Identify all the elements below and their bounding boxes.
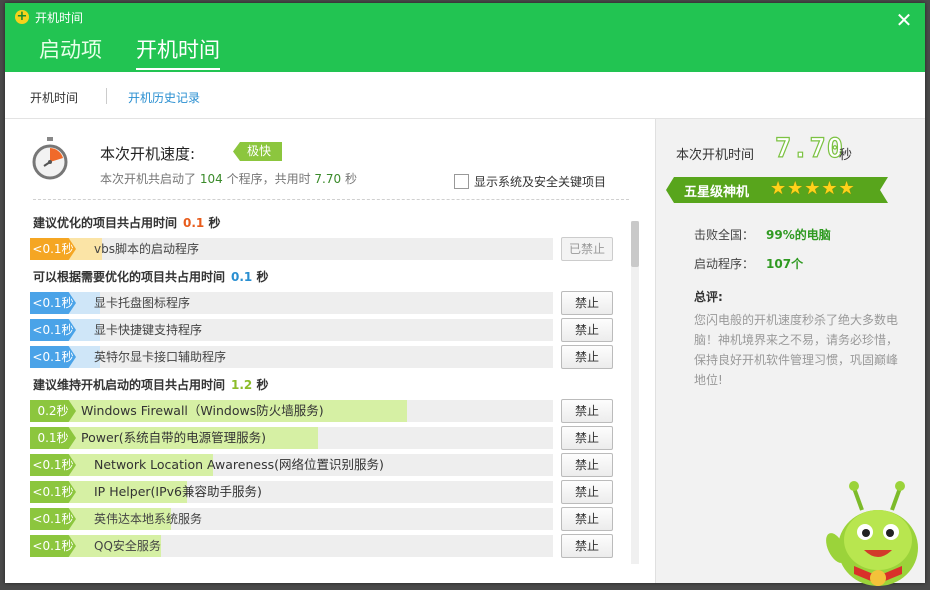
program-count: 104 bbox=[199, 172, 223, 186]
disable-button[interactable]: 禁止 bbox=[561, 480, 613, 504]
disable-button[interactable]: 已禁止 bbox=[561, 237, 613, 261]
disable-button[interactable]: 禁止 bbox=[561, 318, 613, 342]
boot-time-unit: 秒 bbox=[839, 148, 853, 163]
rating-stars-icon: ★★★★★ bbox=[770, 178, 856, 199]
speed-badge: 极快 bbox=[233, 142, 283, 161]
summary-text: 您闪电般的开机速度秒杀了绝大多数电脑！神机境界来之不易，请务必珍惜，保持良好开机… bbox=[694, 313, 899, 387]
group-header-optional: 可以根据需要优化的项目共占用时间 0.1 秒 bbox=[27, 266, 637, 289]
list-item: 0.2秒 Windows Firewall（Windows防火墙服务) 禁止 bbox=[27, 397, 637, 424]
time-tag: <0.1秒 bbox=[30, 481, 76, 503]
list-item: <0.1秒 英伟达本地系统服务 禁止 bbox=[27, 505, 637, 532]
stopwatch-icon bbox=[32, 137, 68, 180]
close-button[interactable]: ✕ bbox=[893, 9, 915, 31]
group-unit: 秒 bbox=[256, 270, 269, 284]
time-tag: <0.1秒 bbox=[30, 292, 76, 314]
group-time: 0.1 bbox=[231, 270, 253, 284]
list-item: <0.1秒 Network Location Awareness(网络位置识别服… bbox=[27, 451, 637, 478]
item-name: Windows Firewall（Windows防火墙服务) bbox=[81, 403, 324, 418]
rank-label: 五星级神机 bbox=[684, 185, 750, 200]
group-time: 1.2 bbox=[231, 378, 253, 392]
show-system-items-checkbox[interactable] bbox=[454, 174, 469, 189]
group-header-optimize: 建议优化的项目共占用时间 0.1 秒 bbox=[27, 212, 637, 235]
item-name: 显卡托盘图标程序 bbox=[94, 296, 191, 310]
list-scrollbar[interactable] bbox=[631, 221, 639, 564]
rank-banner: 五星级神机 ★★★★★ bbox=[666, 177, 888, 203]
startup-list: 建议优化的项目共占用时间 0.1 秒 <0.1秒 vbs脚本的启动程序 已禁止 可… bbox=[27, 212, 637, 574]
speed-label: 本次开机速度: bbox=[100, 145, 196, 163]
subtab-boot-history[interactable]: 开机历史记录 bbox=[128, 89, 200, 106]
subtab-boot-time[interactable]: 开机时间 bbox=[30, 89, 78, 106]
disable-button[interactable]: 禁止 bbox=[561, 534, 613, 558]
speed-summary: 本次开机共启动了 104 个程序，共用时 7.70 秒 bbox=[100, 170, 357, 187]
programs-label: 启动程序： bbox=[694, 257, 755, 271]
item-name: vbs脚本的启动程序 bbox=[94, 242, 199, 256]
boot-time-value: 7.70 bbox=[774, 132, 845, 164]
list-item: <0.1秒 QQ安全服务 禁止 bbox=[27, 532, 637, 559]
disable-button[interactable]: 禁止 bbox=[561, 291, 613, 315]
list-item: 0.1秒 Power(系统自带的电源管理服务) 禁止 bbox=[27, 424, 637, 451]
scrollbar-thumb[interactable] bbox=[631, 221, 639, 267]
time-tag: <0.1秒 bbox=[30, 346, 76, 368]
summary-mid: 个程序，共用时 bbox=[226, 172, 311, 186]
beat-label: 击败全国： bbox=[694, 228, 755, 242]
beat-stat: 击败全国： 99%的电脑 bbox=[694, 226, 831, 243]
group-title: 建议优化的项目共占用时间 bbox=[33, 216, 178, 230]
window-title: 开机时间 bbox=[35, 11, 84, 25]
item-name: 英特尔显卡接口辅助程序 bbox=[94, 350, 227, 364]
time-tag: <0.1秒 bbox=[30, 238, 76, 260]
tab-boot-time[interactable]: 开机时间 bbox=[136, 34, 220, 70]
group-header-keep: 建议维持开机启动的项目共占用时间 1.2 秒 bbox=[27, 374, 637, 397]
window: + 开机时间 ✕ 启动项 开机时间 开机时间 开机历史记录 本次开机速度: 极快… bbox=[5, 3, 925, 583]
tab-startup-items[interactable]: 启动项 bbox=[39, 34, 102, 64]
item-name: IP Helper(IPv6兼容助手服务) bbox=[94, 484, 262, 499]
item-name: Power(系统自带的电源管理服务) bbox=[81, 430, 267, 445]
time-tag: <0.1秒 bbox=[30, 319, 76, 341]
disable-button[interactable]: 禁止 bbox=[561, 345, 613, 369]
total-time: 7.70 bbox=[314, 172, 342, 186]
list-item: <0.1秒 vbs脚本的启动程序 已禁止 bbox=[27, 235, 637, 262]
time-tag: 0.2秒 bbox=[30, 400, 76, 422]
summary-prefix: 本次开机共启动了 bbox=[100, 172, 197, 186]
title-bar: + 开机时间 ✕ 启动项 开机时间 bbox=[5, 3, 925, 72]
time-tag: 0.1秒 bbox=[30, 427, 76, 449]
disable-button[interactable]: 禁止 bbox=[561, 453, 613, 477]
item-name: 显卡快捷键支持程序 bbox=[94, 323, 203, 337]
disable-button[interactable]: 禁止 bbox=[561, 399, 613, 423]
summary-title: 总评: bbox=[694, 290, 723, 304]
divider bbox=[33, 199, 629, 200]
show-system-items-label[interactable]: 显示系统及安全关键项目 bbox=[474, 173, 606, 190]
beat-value: 99%的电脑 bbox=[766, 228, 831, 242]
app-logo-icon: + bbox=[15, 9, 29, 24]
disable-button[interactable]: 禁止 bbox=[561, 507, 613, 531]
group-title: 建议维持开机启动的项目共占用时间 bbox=[33, 378, 226, 392]
list-item: <0.1秒 英特尔显卡接口辅助程序 禁止 bbox=[27, 343, 637, 370]
programs-value: 107个 bbox=[766, 257, 804, 271]
programs-stat: 启动程序： 107个 bbox=[694, 255, 803, 272]
item-name: Network Location Awareness(网络位置识别服务) bbox=[94, 457, 384, 472]
sub-tab-bar: 开机时间 开机历史记录 bbox=[5, 72, 925, 119]
summary-unit: 秒 bbox=[344, 172, 357, 186]
subtab-divider bbox=[106, 88, 107, 104]
item-name: QQ安全服务 bbox=[94, 539, 161, 553]
list-item: <0.1秒 IP Helper(IPv6兼容助手服务) 禁止 bbox=[27, 478, 637, 505]
group-time: 0.1 bbox=[183, 216, 205, 230]
time-tag: <0.1秒 bbox=[30, 454, 76, 476]
time-tag: <0.1秒 bbox=[30, 508, 76, 530]
boot-time-title: 本次开机时间 bbox=[676, 148, 755, 163]
disable-button[interactable]: 禁止 bbox=[561, 426, 613, 450]
list-item: <0.1秒 显卡快捷键支持程序 禁止 bbox=[27, 316, 637, 343]
group-unit: 秒 bbox=[256, 378, 269, 392]
time-tag: <0.1秒 bbox=[30, 535, 76, 557]
item-name: 英伟达本地系统服务 bbox=[94, 512, 203, 526]
group-title: 可以根据需要优化的项目共占用时间 bbox=[33, 270, 226, 284]
group-unit: 秒 bbox=[208, 216, 221, 230]
mascot-icon bbox=[826, 481, 918, 586]
list-item: <0.1秒 显卡托盘图标程序 禁止 bbox=[27, 289, 637, 316]
